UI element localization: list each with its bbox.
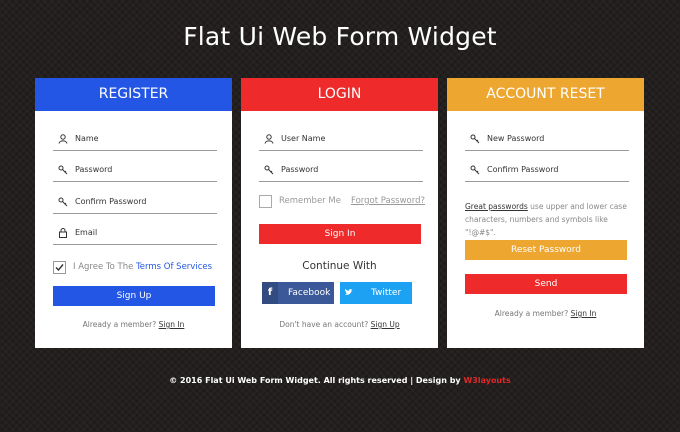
login-password-placeholder: Password xyxy=(281,165,319,174)
user-icon xyxy=(264,134,274,144)
login-password-field[interactable]: Password xyxy=(259,159,423,182)
sign-up-link[interactable]: Sign Up xyxy=(371,320,400,329)
footer: © 2016 Flat Ui Web Form Widget. All righ… xyxy=(0,376,680,385)
register-header: REGISTER xyxy=(35,78,232,111)
twitter-button[interactable]: Twitter xyxy=(340,282,412,304)
reset-confirm-password-field[interactable]: Confirm Password xyxy=(465,159,629,182)
reset-password-button[interactable]: Reset Password xyxy=(465,240,627,260)
facebook-label: Facebook xyxy=(288,288,331,298)
agree-text: I Agree To The Terms Of Services xyxy=(73,262,212,272)
no-account-text: Don't have an account? Sign Up xyxy=(241,320,438,329)
no-account-label: Don't have an account? xyxy=(279,320,369,329)
agree-prefix: I Agree To The xyxy=(73,262,134,272)
new-password-placeholder: New Password xyxy=(487,134,545,143)
remember-checkbox[interactable] xyxy=(259,195,272,208)
checkmark-icon xyxy=(55,264,64,272)
great-passwords-link[interactable]: Great passwords xyxy=(465,202,528,211)
key-icon xyxy=(58,197,68,207)
confirm-password-field[interactable]: Confirm Password xyxy=(53,191,217,214)
password-placeholder: Password xyxy=(75,165,113,174)
name-field[interactable]: Name xyxy=(53,128,217,151)
sign-in-link[interactable]: Sign In xyxy=(159,320,185,329)
already-member-text: Already a member? Sign In xyxy=(35,320,232,329)
reset-confirm-password-placeholder: Confirm Password xyxy=(487,165,559,174)
key-icon xyxy=(264,165,274,175)
send-button[interactable]: Send xyxy=(465,274,627,294)
register-panel: REGISTER Name Password Confirm Password … xyxy=(35,78,232,348)
password-field[interactable]: Password xyxy=(53,159,217,182)
reset-already-member-label: Already a member? xyxy=(494,309,569,318)
lock-icon xyxy=(59,228,67,238)
reset-sign-in-link[interactable]: Sign In xyxy=(571,309,597,318)
username-placeholder: User Name xyxy=(281,134,326,143)
key-icon xyxy=(58,165,68,175)
terms-link[interactable]: Terms Of Services xyxy=(136,262,212,272)
user-icon xyxy=(58,134,68,144)
login-panel: LOGIN User Name Password Remember Me For… xyxy=(241,78,438,348)
new-password-field[interactable]: New Password xyxy=(465,128,629,151)
sign-in-button[interactable]: Sign In xyxy=(259,224,421,244)
agree-checkbox[interactable] xyxy=(53,261,66,274)
w3layouts-link[interactable]: W3layouts xyxy=(463,376,510,385)
already-member-label: Already a member? xyxy=(82,320,157,329)
key-icon xyxy=(470,165,480,175)
reset-panel: ACCOUNT RESET New Password Confirm Passw… xyxy=(447,78,644,348)
facebook-button[interactable]: f Facebook xyxy=(262,282,334,304)
forgot-password-link[interactable]: Forgot Password? xyxy=(351,196,425,206)
sign-up-button[interactable]: Sign Up xyxy=(53,286,215,306)
facebook-icon: f xyxy=(262,282,278,304)
continue-with-text: Continue With xyxy=(302,260,377,272)
reset-header: ACCOUNT RESET xyxy=(447,78,644,111)
login-header: LOGIN xyxy=(241,78,438,111)
twitter-icon xyxy=(344,288,353,295)
password-hint: Great passwords use upper and lower case… xyxy=(465,200,635,239)
footer-text: © 2016 Flat Ui Web Form Widget. All righ… xyxy=(169,376,461,385)
email-field[interactable]: Email xyxy=(53,222,217,245)
reset-already-member-text: Already a member? Sign In xyxy=(447,309,644,318)
confirm-password-placeholder: Confirm Password xyxy=(75,197,147,206)
name-placeholder: Name xyxy=(75,134,99,143)
page-title: Flat Ui Web Form Widget xyxy=(183,22,497,51)
email-placeholder: Email xyxy=(75,228,98,237)
twitter-label: Twitter xyxy=(371,288,402,298)
key-icon xyxy=(470,134,480,144)
remember-label: Remember Me xyxy=(279,196,341,206)
username-field[interactable]: User Name xyxy=(259,128,423,151)
